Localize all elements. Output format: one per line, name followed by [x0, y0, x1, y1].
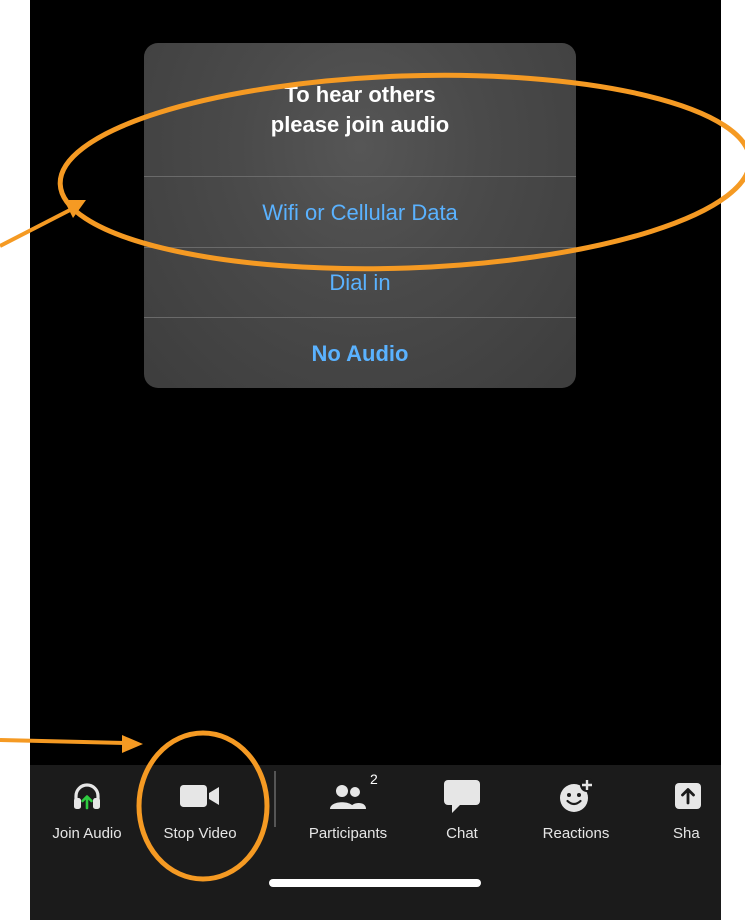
join-audio-dialog: To hear others please join audio Wifi or…: [144, 43, 576, 388]
no-audio-option[interactable]: No Audio: [144, 317, 576, 388]
dialog-title: To hear others please join audio: [144, 43, 576, 176]
join-audio-label: Join Audio: [52, 825, 122, 842]
participants-icon: 2: [328, 771, 378, 815]
share-icon: [673, 777, 703, 815]
dialog-title-line-1: To hear others: [284, 81, 436, 107]
dial-in-option[interactable]: Dial in: [144, 247, 576, 318]
zoom-meeting-screen: To hear others please join audio Wifi or…: [30, 0, 721, 920]
share-button[interactable]: Sha: [673, 777, 721, 847]
share-label: Sha: [673, 825, 700, 842]
wifi-cellular-option[interactable]: Wifi or Cellular Data: [144, 176, 576, 248]
stop-video-button[interactable]: Stop Video: [155, 777, 245, 847]
join-audio-button[interactable]: Join Audio: [43, 777, 131, 847]
reactions-label: Reactions: [542, 825, 610, 842]
chat-label: Chat: [446, 825, 478, 842]
headphones-icon: [72, 777, 102, 815]
video-camera-icon: [179, 777, 221, 815]
toolbar-divider: [274, 771, 276, 827]
stop-video-label: Stop Video: [163, 825, 237, 842]
participants-button[interactable]: 2 Participants: [298, 771, 398, 847]
meeting-toolbar: Join Audio Stop Video 2 Participants Cha…: [30, 765, 721, 920]
reactions-button[interactable]: Reactions: [530, 777, 622, 847]
participants-label: Participants: [308, 825, 388, 842]
dialog-title-line-2: please join audio: [270, 111, 450, 137]
chat-bubble-icon: [443, 777, 481, 815]
chat-button[interactable]: Chat: [432, 777, 492, 847]
smiley-plus-icon: [558, 777, 594, 815]
home-indicator[interactable]: [269, 879, 481, 887]
participants-count-badge: 2: [370, 771, 378, 787]
